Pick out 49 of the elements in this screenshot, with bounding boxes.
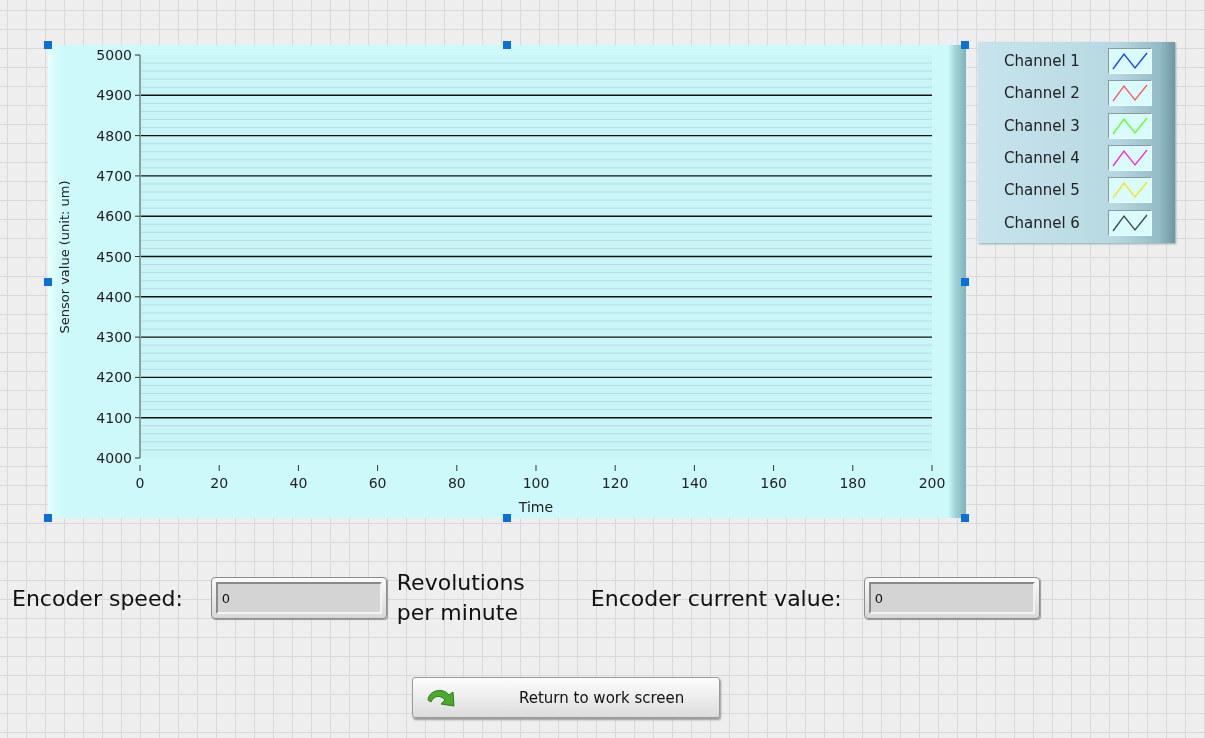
resize-handle[interactable] <box>503 41 511 49</box>
numeric-field[interactable]: 0 <box>210 577 387 619</box>
x-tick-label: 140 <box>681 475 708 491</box>
legend-label: Channel 1 <box>1004 52 1081 71</box>
y-tick-label: 4200 <box>96 369 132 386</box>
resize-handle[interactable] <box>961 278 969 286</box>
y-tick-label: 4700 <box>96 167 132 184</box>
y-tick-label: 4000 <box>96 450 132 466</box>
legend-label: Channel 4 <box>1004 149 1081 168</box>
y-tick-label: 4500 <box>96 248 132 265</box>
legend-swatch[interactable] <box>1108 145 1152 172</box>
resize-handle[interactable] <box>503 514 511 522</box>
x-tick-label: 120 <box>601 475 629 491</box>
legend-label: Channel 6 <box>1004 213 1081 232</box>
field-label: Encoder current value: <box>590 585 842 611</box>
unit-label: Revolutions per minute <box>396 569 526 627</box>
legend-swatch[interactable] <box>1108 209 1152 236</box>
legend-label: Channel 2 <box>1004 84 1081 103</box>
legend-swatch[interactable] <box>1108 112 1152 139</box>
legend-swatch[interactable] <box>1108 177 1152 204</box>
x-tick-label: 0 <box>135 475 145 491</box>
legend-swatch[interactable] <box>1108 48 1152 75</box>
numeric-field[interactable]: 0 <box>863 577 1040 619</box>
x-tick-label: 40 <box>289 475 308 491</box>
y-tick-label: 4900 <box>96 87 132 104</box>
x-tick-label: 180 <box>839 475 867 491</box>
x-tick-label: 60 <box>368 475 387 491</box>
x-tick-label: 100 <box>522 475 550 491</box>
field-label: Encoder speed: <box>12 585 183 611</box>
resize-handle[interactable] <box>44 41 52 49</box>
return-button[interactable]: Return to work screen <box>412 677 720 718</box>
resize-handle[interactable] <box>44 278 52 286</box>
resize-handle[interactable] <box>44 514 52 522</box>
y-tick-label: 5000 <box>96 47 132 63</box>
legend-label: Channel 3 <box>1004 116 1081 135</box>
y-tick-label: 4600 <box>96 208 132 225</box>
y-tick-label: 4100 <box>96 409 132 426</box>
y-axis-title: Sensor value (unit: um) <box>57 180 72 334</box>
y-tick-label: 4300 <box>96 329 132 346</box>
resize-handle[interactable] <box>961 41 969 49</box>
x-tick-label: 20 <box>210 475 229 491</box>
x-tick-label: 200 <box>918 475 946 491</box>
x-tick-label: 160 <box>760 475 787 491</box>
y-tick-label: 4400 <box>96 288 132 305</box>
legend-label: Channel 5 <box>1004 181 1081 200</box>
resize-handle[interactable] <box>961 514 969 522</box>
x-axis-title: Time <box>518 499 554 515</box>
x-tick-label: 80 <box>447 475 466 491</box>
y-tick-label: 4800 <box>96 127 132 144</box>
